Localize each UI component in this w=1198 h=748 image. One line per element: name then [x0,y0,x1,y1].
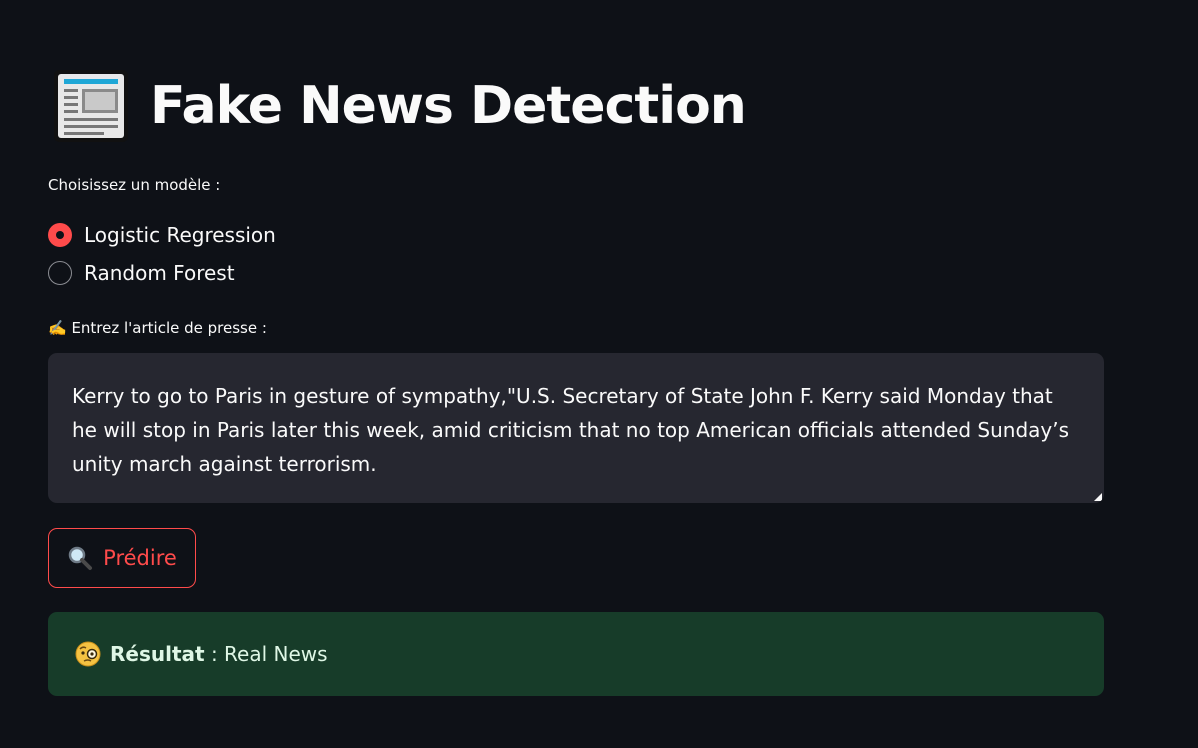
model-select-label: Choisissez un modèle : [48,176,221,194]
result-value: Real News [224,642,328,666]
newspaper-icon [54,70,128,142]
predict-button-label: Prédire [103,546,177,570]
radio-checked-icon[interactable] [48,223,72,247]
article-textarea[interactable]: Kerry to go to Paris in gesture of sympa… [48,353,1104,503]
radio-unchecked-icon[interactable] [48,261,72,285]
article-input-label: ✍️ Entrez l'article de presse : [48,319,267,337]
radio-option-random-forest[interactable]: Random Forest [48,254,276,292]
result-label: Résultat [110,642,205,666]
result-alert: Résultat : Real News [48,612,1104,696]
magnifier-icon [68,546,93,570]
article-text: Kerry to go to Paris in gesture of sympa… [72,384,1070,476]
page-header: Fake News Detection [52,66,747,146]
page-title: Fake News Detection [150,76,747,136]
radio-option-label: Logistic Regression [84,223,276,247]
radio-option-label: Random Forest [84,261,235,285]
result-separator: : [204,642,225,666]
model-radio-group: Logistic Regression Random Forest [48,216,276,292]
predict-button[interactable]: Prédire [48,528,196,588]
app-page: Fake News Detection Choisissez un modèle… [0,0,1198,748]
radio-option-logistic-regression[interactable]: Logistic Regression [48,216,276,254]
monocle-face-icon [75,641,101,667]
resize-handle-icon[interactable] [1094,493,1102,501]
